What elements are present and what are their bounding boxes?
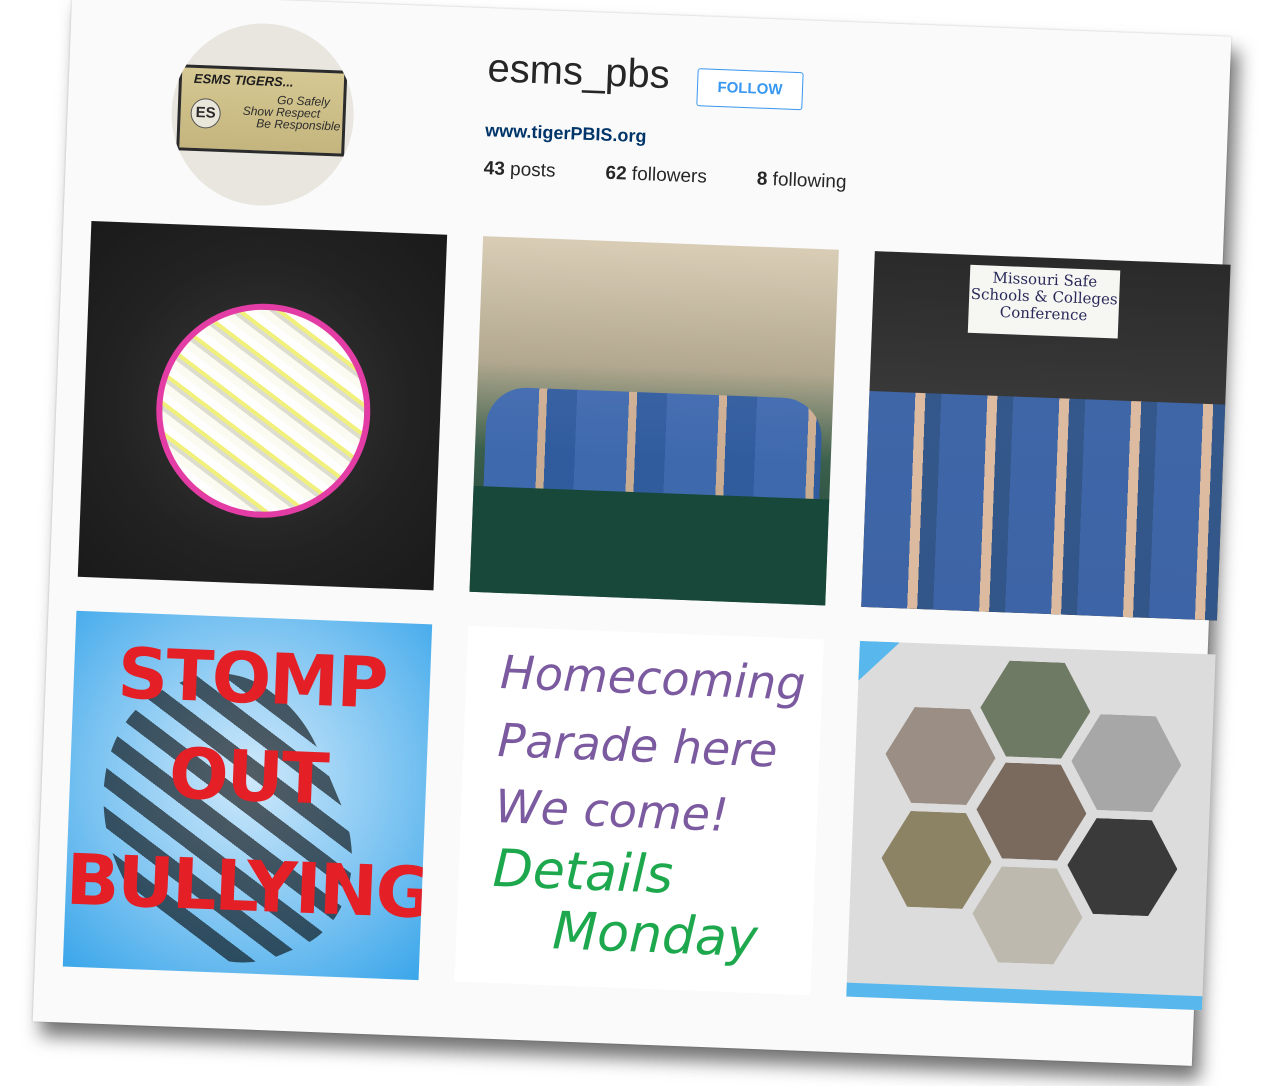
followers-stat[interactable]: 62 followers [605,163,707,189]
stomp-line-3: BULLYING [64,838,433,935]
homecoming-line-2: Parade here [496,713,779,778]
homecoming-line-1: Homecoming [499,645,807,711]
basket-of-tickets-image [152,299,375,522]
collage-hex-photo [880,810,994,910]
profile-card: ESMS TIGERS... ES Go Safely Show Respect… [32,0,1232,1066]
posts-count: 43 [483,158,506,180]
stomp-line-1: STOMP [116,632,388,725]
profile-avatar[interactable]: ESMS TIGERS... ES Go Safely Show Respect… [168,20,358,209]
posts-stat[interactable]: 43 posts [483,158,556,183]
following-stat[interactable]: 8 following [756,169,847,194]
collage-hex-photo [1066,817,1180,917]
homecoming-line-4: Details [491,838,675,906]
conference-table-image [469,485,830,606]
avatar-sign-title: ESMS TIGERS... [193,70,294,90]
avatar-sign-line-3: Be Responsible [256,116,341,134]
collage-bottom-accent [846,982,1203,1011]
post-tile-photo-collage[interactable] [846,640,1216,1011]
post-tile-basket[interactable] [77,221,448,591]
profile-website-link[interactable]: www.tigerPBIS.org [485,120,647,147]
homecoming-line-3: We come! [494,778,730,842]
avatar-sign-image: ESMS TIGERS... ES Go Safely Show Respect… [176,64,348,157]
collage-corner-accent [858,641,900,683]
collage-hex-photo [884,706,998,806]
post-tile-stomp-out-bullying[interactable]: STOMP OUT BULLYING [62,610,433,981]
profile-stats: 43 posts 62 followers 8 following [483,158,897,196]
school-logo-icon: ES [190,97,222,129]
collage-hex-photo [971,865,1085,965]
collage-hex-photo [979,660,1093,760]
following-label: following [772,169,847,193]
students-posing-image [861,391,1226,621]
follow-button[interactable]: FOLLOW [696,68,804,111]
followers-count: 62 [605,162,628,185]
followers-label: followers [631,163,708,188]
post-tile-conference-stage[interactable]: Missouri Safe Schools & Colleges Confere… [861,251,1231,621]
collage-hex-photo [975,761,1089,861]
posts-label: posts [509,159,556,182]
following-count: 8 [756,168,768,190]
profile-username: esms_pbs [486,46,671,98]
stomp-line-2: OUT [167,732,329,821]
post-tile-conference-table[interactable] [469,236,839,606]
homecoming-line-5: Monday [551,901,759,970]
conference-banner: Missouri Safe Schools & Colleges Confere… [967,264,1121,339]
post-tile-homecoming[interactable]: Homecoming Parade here We come! Details … [454,625,824,996]
collage-hex-photo [1070,713,1184,813]
